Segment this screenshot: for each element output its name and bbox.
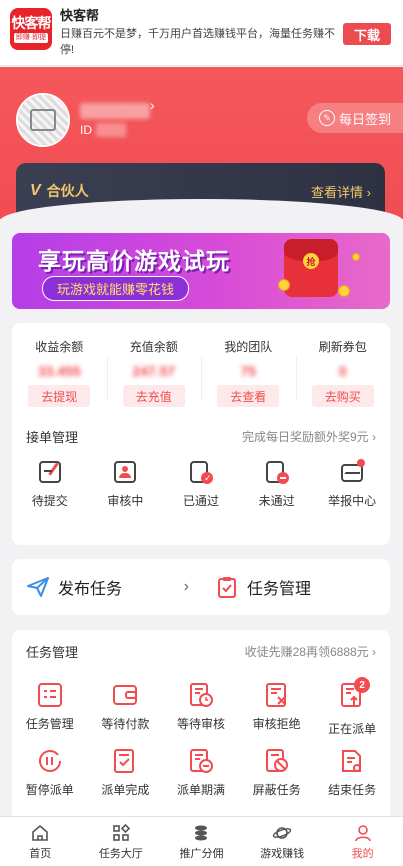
balance-value: 75 [240,363,257,379]
username [80,103,150,119]
nav-home[interactable]: 首页 [0,817,81,866]
recruit-reward-link[interactable]: 收徒先赚28再领6888元 › [245,643,376,660]
profile-header: › ID ✎ 每日签到 V 合伙人 查看详情 › [0,67,403,219]
daily-signin-button[interactable]: ✎ 每日签到 [307,103,403,133]
quick-actions: 发布任务 › 任务管理 [12,559,390,615]
user-icon [354,824,371,841]
list-icon [37,683,62,707]
download-button[interactable]: 下载 [343,23,391,45]
view-team-button[interactable]: 去查看 [217,385,280,407]
nav-mine[interactable]: 我的 [322,817,403,866]
clock-doc-icon [189,683,213,707]
coin-icon [338,285,350,297]
order-under-review[interactable]: 审核中 [88,458,164,509]
notification-badge: 2 [354,677,371,693]
mail-alert-icon [338,458,366,486]
publish-task-button[interactable]: 发布任务 › [12,575,201,599]
minus-doc-icon [189,749,213,773]
daily-reward-link[interactable]: 完成每日奖励额外奖9元 › [242,428,376,445]
app-name: 快客帮 [60,8,100,23]
pencil-icon: ✎ [318,110,335,126]
coin-icon [278,279,290,291]
clipboard-check-icon [218,577,236,598]
reject-doc-icon [263,458,291,486]
task-management-card: 任务管理 收徒先赚28再领6888元 › 任务管理 等待付款 等待审核 审核拒绝… [12,630,390,830]
task-ended[interactable]: 结束任务 [314,747,390,798]
partner-label: 合伙人 [46,183,89,199]
balance-card: 收益余额 33.455 去提现 充值余额 247.57 去充值 我的团队 75 … [12,323,390,545]
order-rejected[interactable]: 未通过 [239,458,315,509]
app-logo: 快客帮 即赚·即提 [10,8,52,50]
block-doc-icon [265,749,288,772]
check-doc-icon: ✓ [187,458,215,486]
done-doc-icon [114,749,135,773]
buy-coupon-button[interactable]: 去购买 [311,385,374,407]
task-dispatch-complete[interactable]: 派单完成 [88,747,164,798]
task-dispatch-expired[interactable]: 派单期满 [163,747,239,798]
home-icon [32,824,49,841]
manage-task-button[interactable]: 任务管理 [201,575,390,599]
banner-description: 日赚百元不是梦，千万用户首选赚钱平台，海量任务赚不停! [60,28,335,56]
user-card-icon [111,458,139,486]
task-manage[interactable]: 任务管理 [12,681,88,737]
task-dispatching[interactable]: 2 正在派单 [314,677,390,737]
balance-value: 247.57 [132,363,176,379]
balance-recharge: 充值余额 247.57 去充值 [106,339,202,407]
coins-icon [195,825,208,840]
coin-icon [352,253,360,261]
x-doc-icon [265,683,286,707]
nav-task-hall[interactable]: 任务大厅 [81,817,162,866]
task-blocked[interactable]: 屏蔽任务 [239,747,315,798]
grid-icon [113,823,131,841]
balance-earnings: 收益余额 33.455 去提现 [12,339,107,407]
user-id-value [96,123,126,137]
report-center[interactable]: 举报中心 [314,458,390,509]
end-doc-icon [342,750,362,772]
task-title: 任务管理 [26,645,79,660]
bottom-nav: 首页 任务大厅 推广分佣 游戏赚钱 我的 [0,816,403,866]
promo-title: 享玩高价游戏试玩 [38,248,230,274]
publish-task-label: 发布任务 [58,581,123,598]
pause-icon [38,750,61,772]
manage-task-label: 任务管理 [247,581,312,598]
balance-value: 0 [338,363,347,379]
orders-title: 接单管理 [26,430,79,445]
signin-label: 每日签到 [338,111,391,127]
avatar[interactable] [16,93,70,147]
nav-promotion[interactable]: 推广分佣 [161,817,242,866]
balance-team: 我的团队 75 去查看 [201,339,296,407]
promo-subtitle: 玩游戏就能赚零花钱 [42,276,190,301]
task-awaiting-review[interactable]: 等待审核 [163,681,239,737]
logo-subtext: 即赚·即提 [13,33,49,43]
planet-icon [272,826,292,839]
balance-coupons: 刷新券包 0 去购买 [295,339,391,407]
download-banner: 快客帮 即赚·即提 快客帮 日赚百元不是梦，千万用户首选赚钱平台，海量任务赚不停… [0,0,403,66]
promo-banner[interactable]: 享玩高价游戏试玩 玩游戏就能赚零花钱 抢 [12,233,390,309]
order-approved[interactable]: ✓ 已通过 [163,458,239,509]
edit-icon [36,458,64,486]
order-pending-submit[interactable]: 待提交 [12,458,88,509]
chevron-right-icon: › [150,97,155,113]
wallet-icon [113,685,138,705]
send-icon [27,577,49,597]
user-id-label: ID [80,123,92,137]
task-pause-dispatch[interactable]: 暂停派单 [12,747,88,798]
chevron-right-icon: › [183,578,189,595]
balance-value: 33.455 [37,363,81,379]
recharge-button[interactable]: 去充值 [122,385,185,407]
task-review-rejected[interactable]: 审核拒绝 [239,681,315,737]
withdraw-button[interactable]: 去提现 [28,385,91,407]
vip-icon: V [30,182,41,199]
view-details-link[interactable]: 查看详情 › [311,182,371,201]
nav-game-earn[interactable]: 游戏赚钱 [242,817,323,866]
logo-text: 快客帮 [11,15,52,31]
task-awaiting-payment[interactable]: 等待付款 [88,681,164,737]
red-packet-icon: 抢 [284,239,338,297]
